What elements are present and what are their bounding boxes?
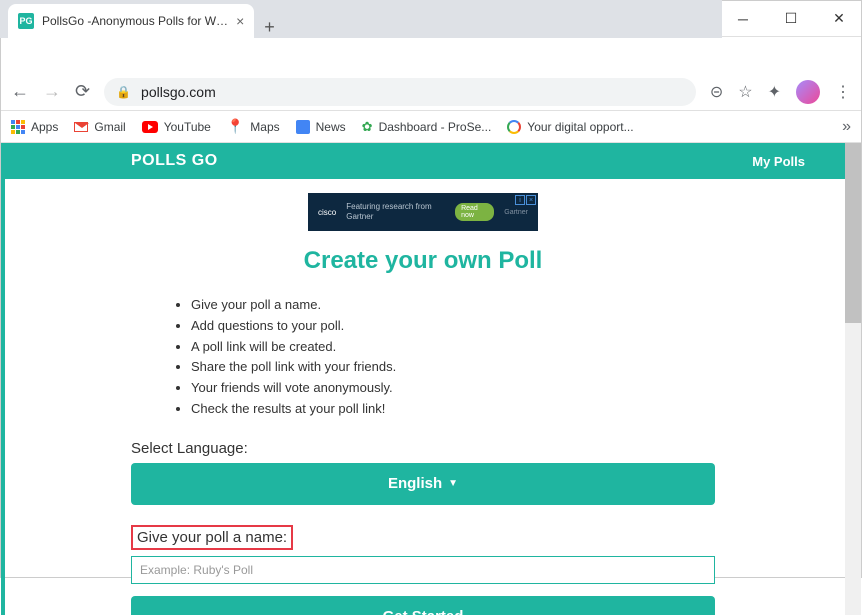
bookmark-maps[interactable]: 📍 Maps bbox=[227, 118, 280, 135]
list-item: A poll link will be created. bbox=[191, 337, 715, 358]
chevron-down-icon: ▼ bbox=[448, 478, 458, 489]
new-tab-button[interactable]: + bbox=[254, 17, 285, 38]
maximize-button[interactable]: ☐ bbox=[777, 5, 805, 33]
main-content: cisco Featuring research from Gartner Re… bbox=[1, 179, 845, 615]
ad-partner: Gartner bbox=[504, 209, 528, 216]
ad-controls: i × bbox=[515, 195, 536, 205]
list-item: Share the poll link with your friends. bbox=[191, 357, 715, 378]
bookmarks-bar: Apps Gmail YouTube 📍 Maps News ✿ Dashboa… bbox=[1, 111, 861, 143]
list-item: Check the results at your poll link! bbox=[191, 399, 715, 420]
list-item: Your friends will vote anonymously. bbox=[191, 378, 715, 399]
bookmarks-overflow[interactable]: » bbox=[842, 118, 851, 136]
poll-name-input[interactable] bbox=[131, 556, 715, 584]
address-bar[interactable]: 🔒 pollsgo.com bbox=[104, 78, 696, 106]
ad-info-icon[interactable]: i bbox=[515, 195, 525, 205]
bookmark-label: YouTube bbox=[164, 120, 211, 134]
toolbar-right: ⊝ ☆ ✦ ⋮ bbox=[710, 80, 851, 104]
ad-banner[interactable]: cisco Featuring research from Gartner Re… bbox=[308, 193, 538, 231]
bookmark-youtube[interactable]: YouTube bbox=[142, 120, 211, 134]
steps-list: Give your poll a name. Add questions to … bbox=[131, 295, 715, 420]
star-icon[interactable]: ☆ bbox=[738, 82, 752, 102]
profile-avatar[interactable] bbox=[796, 80, 820, 104]
browser-tab[interactable]: PG PollsGo -Anonymous Polls for W… × bbox=[8, 4, 254, 38]
bookmark-gmail[interactable]: Gmail bbox=[74, 120, 125, 134]
bookmark-label: Dashboard - ProSe... bbox=[379, 120, 492, 134]
google-icon bbox=[507, 120, 521, 134]
highlight-annotation: Give your poll a name: bbox=[131, 525, 293, 550]
language-value: English bbox=[388, 475, 442, 492]
url-text: pollsgo.com bbox=[141, 84, 216, 100]
scrollbar-thumb[interactable] bbox=[845, 143, 861, 323]
language-label: Select Language: bbox=[131, 440, 715, 457]
ad-brand: cisco bbox=[318, 208, 336, 217]
language-dropdown[interactable]: English ▼ bbox=[131, 463, 715, 505]
extensions-icon[interactable]: ✦ bbox=[768, 82, 781, 102]
close-window-button[interactable]: ✕ bbox=[825, 5, 853, 33]
dashboard-icon: ✿ bbox=[362, 119, 373, 135]
bookmark-label: Maps bbox=[250, 120, 279, 134]
menu-button[interactable]: ⋮ bbox=[835, 82, 851, 102]
youtube-icon bbox=[142, 121, 158, 133]
poll-name-label: Give your poll a name: bbox=[137, 529, 287, 546]
page-title: Create your own Poll bbox=[131, 247, 715, 275]
close-tab-icon[interactable]: × bbox=[236, 13, 244, 29]
bookmark-google[interactable]: Your digital opport... bbox=[507, 120, 633, 134]
tab-title: PollsGo -Anonymous Polls for W… bbox=[42, 14, 228, 28]
list-item: Give your poll a name. bbox=[191, 295, 715, 316]
news-icon bbox=[296, 120, 310, 134]
my-polls-link[interactable]: My Polls bbox=[752, 154, 805, 169]
scrollbar[interactable] bbox=[845, 143, 861, 615]
apps-icon bbox=[11, 120, 25, 134]
site-header: POLLS GO My Polls bbox=[1, 143, 845, 179]
ad-text: Featuring research from Gartner bbox=[346, 202, 445, 221]
minimize-button[interactable]: ─ bbox=[729, 5, 757, 33]
bookmark-label: Your digital opport... bbox=[527, 120, 633, 134]
ad-cta-button[interactable]: Read now bbox=[455, 203, 494, 221]
favicon-icon: PG bbox=[18, 13, 34, 29]
tab-bar: PG PollsGo -Anonymous Polls for W… × + bbox=[0, 0, 722, 38]
browser-toolbar: ← → ⟳ 🔒 pollsgo.com ⊝ ☆ ✦ ⋮ bbox=[1, 73, 861, 111]
get-started-button[interactable]: Get Started bbox=[131, 596, 715, 615]
bookmark-news[interactable]: News bbox=[296, 120, 346, 134]
forward-button[interactable]: → bbox=[43, 81, 61, 102]
bookmark-label: Gmail bbox=[94, 120, 125, 134]
lock-icon: 🔒 bbox=[116, 85, 131, 99]
bookmark-apps[interactable]: Apps bbox=[11, 120, 58, 134]
bookmark-label: Apps bbox=[31, 120, 58, 134]
ad-close-icon[interactable]: × bbox=[526, 195, 536, 205]
bookmark-dashboard[interactable]: ✿ Dashboard - ProSe... bbox=[362, 119, 492, 135]
reload-button[interactable]: ⟳ bbox=[75, 81, 90, 102]
list-item: Add questions to your poll. bbox=[191, 316, 715, 337]
gmail-icon bbox=[74, 122, 88, 132]
site-logo[interactable]: POLLS GO bbox=[131, 152, 218, 170]
maps-icon: 📍 bbox=[227, 118, 244, 135]
zoom-icon[interactable]: ⊝ bbox=[710, 82, 723, 102]
left-accent bbox=[1, 179, 5, 615]
page-viewport: POLLS GO My Polls cisco Featuring resear… bbox=[1, 143, 861, 615]
bookmark-label: News bbox=[316, 120, 346, 134]
back-button[interactable]: ← bbox=[11, 81, 29, 102]
